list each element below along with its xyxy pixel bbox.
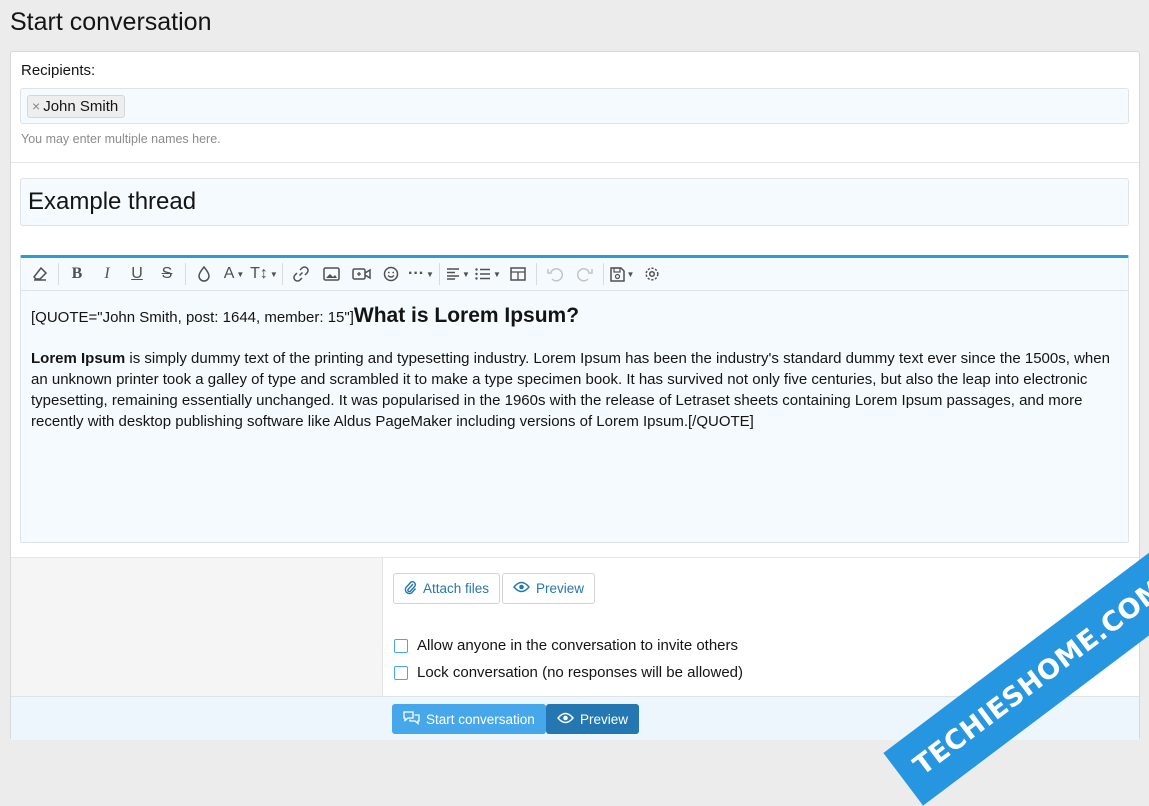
settings-icon[interactable]	[637, 260, 667, 288]
toolbar-separator	[58, 263, 59, 285]
image-icon[interactable]	[316, 260, 346, 288]
toolbar-separator	[536, 263, 537, 285]
start-conversation-button[interactable]: Start conversation	[392, 704, 546, 734]
list-icon[interactable]: ▼	[473, 260, 503, 288]
lock-conversation-checkbox[interactable]	[394, 665, 408, 680]
option-allow-invite[interactable]: Allow anyone in the conversation to invi…	[394, 637, 738, 654]
allow-invite-label: Allow anyone in the conversation to invi…	[417, 637, 739, 654]
more-icon[interactable]: ··· ▼	[406, 260, 436, 288]
quote-open-tag: [QUOTE="John Smith, post: 1644, member: …	[31, 309, 354, 326]
eye-icon	[557, 712, 574, 727]
attach-files-label: Attach files	[423, 581, 490, 596]
editor-toolbar: B I U S A ▼ T↕ ▼ ··· ▼ ▼ ▼ ▼	[21, 258, 1128, 291]
remove-recipient-icon[interactable]: ×	[32, 96, 40, 117]
underline-icon[interactable]: U	[122, 260, 152, 288]
preview-button[interactable]: Preview	[502, 573, 596, 604]
emoji-icon[interactable]	[376, 260, 406, 288]
form-label-column	[11, 558, 383, 696]
editor-content[interactable]: [QUOTE="John Smith, post: 1644, member: …	[21, 291, 1128, 446]
lock-conversation-label: Lock conversation (no responses will be …	[417, 664, 744, 681]
quote-heading: What is Lorem Ipsum?	[353, 304, 580, 327]
footer-preview-label: Preview	[580, 711, 629, 727]
divider	[11, 162, 1139, 163]
eraser-icon[interactable]	[25, 260, 55, 288]
toolbar-separator	[185, 263, 186, 285]
footer-preview-button[interactable]: Preview	[546, 704, 640, 734]
redo-icon[interactable]	[570, 260, 600, 288]
recipients-label: Recipients:	[21, 62, 96, 79]
recipients-input[interactable]: × John Smith	[20, 88, 1129, 124]
recipient-name: John Smith	[43, 98, 119, 115]
toolbar-separator	[282, 263, 283, 285]
toolbar-separator	[439, 263, 440, 285]
quote-body: Lorem Ipsum is simply dummy text of the …	[31, 348, 1118, 432]
recipient-token[interactable]: × John Smith	[27, 95, 126, 118]
paperclip-icon	[404, 580, 417, 598]
table-icon[interactable]	[503, 260, 533, 288]
eye-icon	[513, 581, 530, 596]
body-text: is simply dummy text of the printing and…	[31, 350, 1110, 430]
message-editor: B I U S A ▼ T↕ ▼ ··· ▼ ▼ ▼ ▼ [QUOTE="Joh…	[20, 255, 1129, 543]
thread-title-input[interactable]: Example thread	[20, 178, 1129, 226]
bold-icon[interactable]: B	[62, 260, 92, 288]
attach-files-button[interactable]: Attach files	[393, 573, 501, 604]
bold-lead-text: Lorem Ipsum	[31, 350, 126, 367]
drafts-icon[interactable]: ▼	[607, 260, 637, 288]
align-icon[interactable]: ▼	[443, 260, 473, 288]
conversation-form: Recipients: × John Smith You may enter m…	[10, 51, 1140, 740]
start-conversation-label: Start conversation	[426, 711, 535, 727]
option-lock-conversation[interactable]: Lock conversation (no responses will be …	[394, 664, 743, 681]
italic-icon[interactable]: I	[92, 260, 122, 288]
font-size-icon[interactable]: T↕ ▼	[249, 260, 279, 288]
preview-label: Preview	[536, 581, 585, 596]
text-color-icon[interactable]	[189, 260, 219, 288]
comments-icon	[403, 710, 420, 728]
quote-close-tag: [/QUOTE]	[688, 413, 754, 430]
font-family-icon[interactable]: A ▼	[219, 260, 249, 288]
recipients-hint: You may enter multiple names here.	[21, 132, 221, 146]
strikethrough-icon[interactable]: S	[152, 260, 182, 288]
page-title: Start conversation	[10, 8, 212, 36]
link-icon[interactable]	[286, 260, 316, 288]
undo-icon[interactable]	[540, 260, 570, 288]
media-icon[interactable]	[346, 260, 376, 288]
allow-invite-checkbox[interactable]	[394, 638, 408, 653]
toolbar-separator	[603, 263, 604, 285]
